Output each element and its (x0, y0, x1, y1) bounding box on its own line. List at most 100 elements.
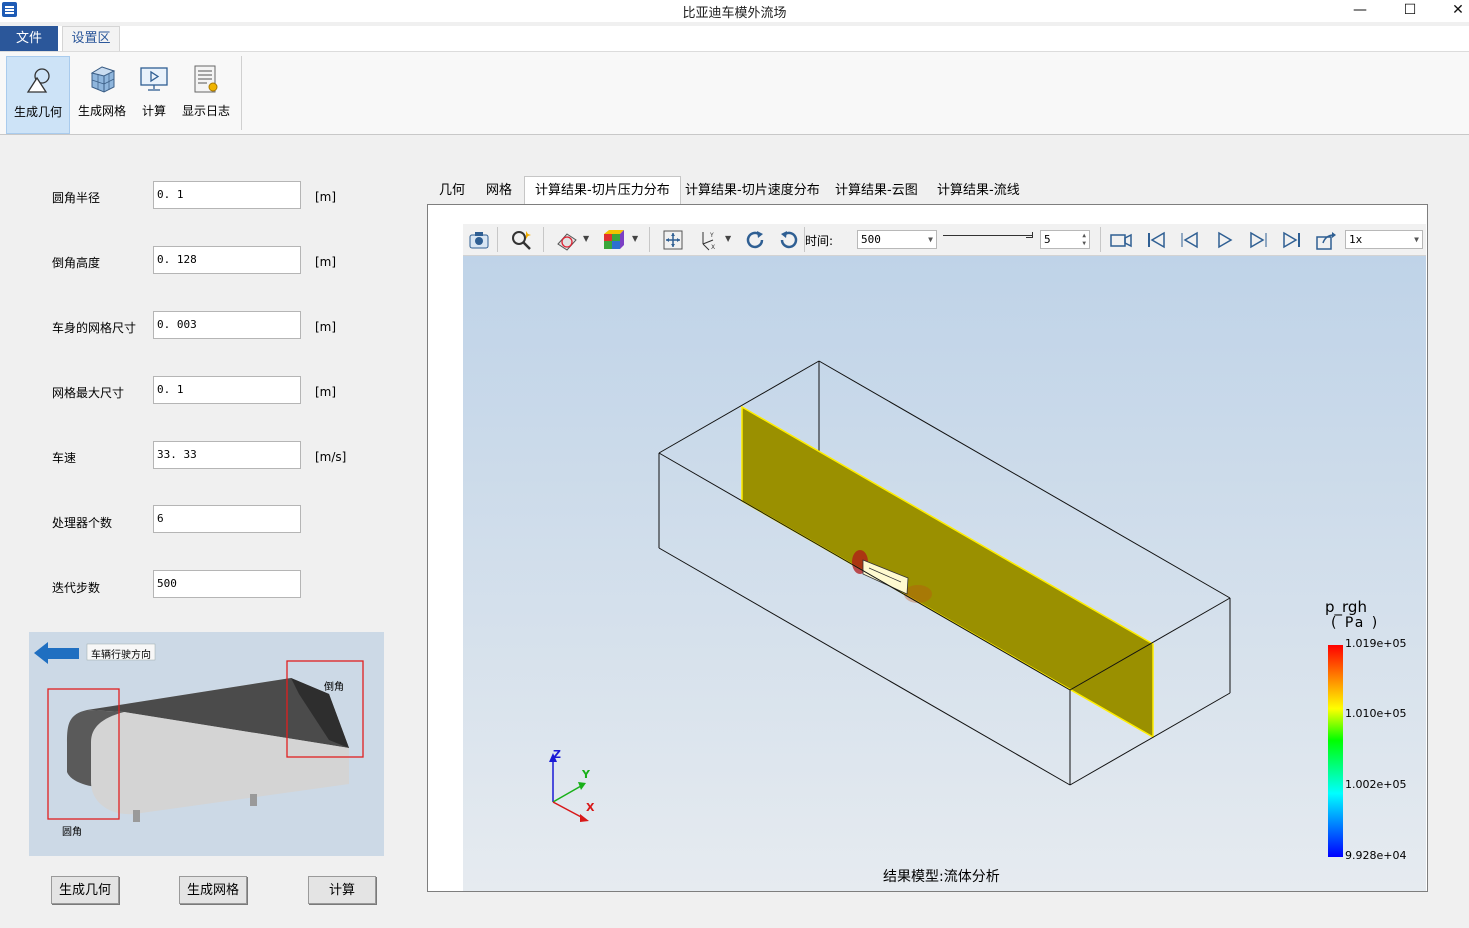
ribbon-label: 计算 (141, 104, 166, 118)
fillet-label: 圆角 (62, 827, 82, 838)
time-value: 500 (861, 233, 881, 246)
ribbon-show-log-button[interactable]: 显示日志 (178, 56, 234, 134)
step-spinbox[interactable]: 5 ▲ ▼ (1040, 230, 1090, 249)
mesh-cube-icon (90, 66, 116, 93)
chevron-down-icon: ▼ (928, 235, 933, 244)
ribbon-generate-mesh-button[interactable]: 生成网格 (74, 56, 130, 134)
color-dropdown-arrow-icon[interactable]: ▼ (632, 234, 638, 243)
fillet-radius-label: 圆角半径 (52, 191, 101, 205)
max-mesh-size-label: 网格最大尺寸 (52, 386, 125, 400)
camera-icon[interactable] (467, 228, 491, 252)
pressure-colorbar (1328, 645, 1343, 857)
fillet-radius-input[interactable]: 0. 1 (153, 181, 301, 209)
car-body-shape (67, 678, 349, 822)
processor-count-label: 处理器个数 (52, 516, 113, 530)
direction-arrow-icon (34, 642, 79, 664)
clip-plane-icon[interactable] (555, 228, 579, 252)
zoom-search-icon[interactable] (509, 228, 533, 252)
direction-label: 车辆行驶方向 (91, 650, 151, 661)
maximize-button[interactable]: ☐ (1387, 0, 1433, 22)
play-icon[interactable] (1212, 228, 1236, 252)
ribbon-compute-button[interactable]: 计算 (134, 56, 174, 134)
pressure-slice-plane (741, 405, 1154, 739)
tab-slice-pressure[interactable]: 计算结果-切片压力分布 (524, 176, 681, 206)
next-frame-icon[interactable] (1246, 228, 1270, 252)
speed-select[interactable]: 1x ▼ (1345, 230, 1423, 249)
fit-view-icon[interactable] (661, 228, 685, 252)
title-bar: 比亚迪车模外流场 — ☐ ✕ (0, 0, 1469, 22)
step-value: 5 (1044, 233, 1051, 246)
minimize-button[interactable]: — (1337, 0, 1383, 22)
color-cube-icon[interactable] (601, 228, 625, 252)
viewer-toolbar: ▼ ▼ YX ▼ 时间: 500 ▼ 5 ▲ ▼ 1x ▼ (463, 224, 1426, 256)
vehicle-speed-label: 车速 (52, 451, 77, 465)
last-frame-icon[interactable] (1280, 228, 1304, 252)
speed-value: 1x (1349, 233, 1363, 246)
rotate-cw-icon[interactable] (743, 228, 767, 252)
vehicle-speed-unit: [m/s] (315, 450, 347, 464)
close-button[interactable]: ✕ (1435, 0, 1469, 22)
generate-geometry-button[interactable]: 生成几何 (51, 876, 119, 904)
tab-mesh[interactable]: 网格 (486, 178, 512, 204)
car-geometry-diagram: 车辆行驶方向 倒角 圆角 (29, 632, 384, 856)
ribbon-label: 生成几何 (13, 105, 62, 119)
menu-file[interactable]: 文件 (0, 26, 58, 51)
geometry-shapes-icon (26, 68, 50, 93)
window-title: 比亚迪车模外流场 (682, 6, 787, 21)
time-slider-handle[interactable] (1026, 232, 1033, 238)
axis-x-label: X (586, 801, 595, 814)
menu-bar: 文件 设置区 (0, 26, 1469, 52)
export-icon[interactable] (1314, 228, 1338, 252)
svg-text:Y: Y (709, 232, 714, 239)
axis-y-label: Y (582, 768, 590, 781)
iteration-steps-label: 迭代步数 (52, 581, 101, 595)
ribbon-generate-geometry-button[interactable]: 生成几何 (6, 56, 70, 134)
chamfer-height-unit: [m] (315, 255, 337, 269)
chamfer-height-input[interactable]: 0. 128 (153, 246, 301, 274)
chamfer-height-label: 倒角高度 (52, 256, 101, 270)
max-mesh-size-unit: [m] (315, 385, 337, 399)
legend-title: p_rgh (1325, 598, 1367, 616)
chamfer-label: 倒角 (324, 682, 344, 693)
axis-dropdown-arrow-icon[interactable]: ▼ (725, 234, 731, 243)
iteration-steps-input[interactable]: 500 (153, 570, 301, 598)
time-slider-track[interactable] (943, 235, 1033, 236)
result-model-caption: 结果模型:流体分析 (883, 869, 1000, 885)
processor-count-input[interactable]: 6 (153, 505, 301, 533)
max-mesh-size-input[interactable]: 0. 1 (153, 376, 301, 404)
legend-unit: ( Pa ) (1331, 615, 1380, 631)
previous-frame-icon[interactable] (1178, 228, 1202, 252)
rotate-ccw-icon[interactable] (777, 228, 801, 252)
menu-settings[interactable]: 设置区 (62, 26, 120, 51)
first-frame-icon[interactable] (1144, 228, 1168, 252)
spin-arrows-icon: ▲ ▼ (1082, 232, 1086, 247)
body-mesh-size-input[interactable]: 0. 003 (153, 311, 301, 339)
axis-z-label: Z (553, 748, 561, 761)
compute-monitor-icon (140, 67, 168, 91)
generate-mesh-button[interactable]: 生成网格 (179, 876, 247, 904)
toolbar-separator (1100, 227, 1101, 252)
clip-dropdown-arrow-icon[interactable]: ▼ (583, 234, 589, 243)
legend-tick: 1.002e+05 (1345, 778, 1407, 791)
orientation-axes-icon (549, 753, 589, 822)
record-video-icon[interactable] (1109, 228, 1133, 252)
toolbar-separator (649, 227, 650, 252)
toolbar-separator (543, 227, 544, 252)
legend-tick-max: 1.019e+05 (1345, 637, 1407, 650)
tab-slice-velocity[interactable]: 计算结果-切片速度分布 (685, 178, 820, 204)
vehicle-speed-input[interactable]: 33. 33 (153, 441, 301, 469)
tab-streamline[interactable]: 计算结果-流线 (937, 178, 1020, 204)
time-select[interactable]: 500 ▼ (857, 230, 937, 249)
3d-viewport[interactable]: Z Y X (463, 256, 1426, 891)
axis-orientation-icon[interactable]: YX (695, 228, 719, 252)
ribbon-label: 生成网格 (77, 104, 126, 118)
compute-button[interactable]: 计算 (308, 876, 376, 904)
domain-box-front (658, 452, 1231, 786)
tab-contour[interactable]: 计算结果-云图 (835, 178, 918, 204)
ribbon-separator (241, 56, 242, 130)
body-mesh-size-unit: [m] (315, 320, 337, 334)
ribbon-label: 显示日志 (181, 104, 230, 118)
log-document-icon (194, 65, 218, 93)
tab-geometry[interactable]: 几何 (439, 178, 465, 204)
chevron-down-icon: ▼ (1414, 235, 1419, 244)
